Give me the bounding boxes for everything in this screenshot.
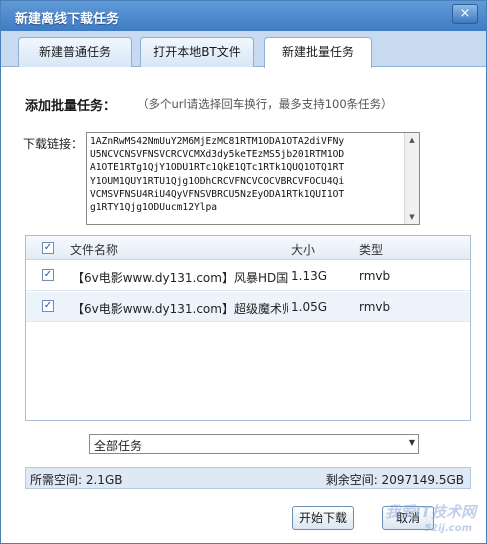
watermark-url: 52ij.com [424,523,472,534]
title-bar[interactable]: 新建离线下载任务 × [1,1,486,31]
required-space: 所需空间: 2.1GB [30,473,123,487]
download-link-text[interactable]: 1AZnRwMS42NmUuY2M6MjEzMC81RTM1ODA1OTA2di… [90,135,402,223]
free-space: 剩余空间: 2097149.5GB [325,473,464,487]
download-link-label: 下载链接： [23,137,84,151]
tab-strip: 新建普通任务 打开本地BT文件 新建批量任务 [1,31,486,68]
row-checkbox[interactable]: ✓ [42,269,54,281]
file-name: 【6v电影www.dy131.com】超级魔术师 [72,302,288,316]
file-size: 1.13G [291,269,328,283]
column-type-header[interactable]: 类型 [359,241,383,258]
offline-download-dialog: 新建离线下载任务 × 新建普通任务 打开本地BT文件 新建批量任务 添加批量任务… [0,0,487,544]
task-filter-value: 全部任务 [94,439,143,453]
file-list-header: ✓ 文件名称 大小 类型 [26,236,470,260]
close-icon: × [459,6,471,21]
tab-new-batch-task[interactable]: 新建批量任务 [264,37,372,68]
scroll-down-icon[interactable]: ▼ [406,211,418,223]
close-button[interactable]: × [452,4,478,24]
table-row[interactable]: ✓ 【6v电影www.dy131.com】风暴HD国语 1.13G rmvb [26,261,470,291]
chevron-down-icon[interactable]: ▼ [409,438,415,447]
scroll-up-icon[interactable]: ▲ [406,134,418,146]
column-name-header[interactable]: 文件名称 [70,241,118,258]
textarea-scrollbar[interactable]: ▲ ▼ [404,133,419,224]
watermark-text: 我爱IT技术网 [385,503,476,521]
status-bar: 所需空间: 2.1GB 剩余空间: 2097149.5GB [25,467,471,489]
tab-new-normal-task[interactable]: 新建普通任务 [18,37,132,67]
download-link-textarea[interactable]: 1AZnRwMS42NmUuY2M6MjEzMC81RTM1ODA1OTA2di… [86,132,420,225]
site-watermark: 我爱IT技术网 52ij.com [306,497,476,543]
file-size: 1.05G [291,300,328,314]
file-list: ✓ 文件名称 大小 类型 ✓ 【6v电影www.dy131.com】风暴HD国语… [25,235,471,421]
file-name: 【6v电影www.dy131.com】风暴HD国语 [72,271,288,285]
file-type: rmvb [359,269,391,283]
task-filter-select[interactable]: 全部任务 ▼ [89,434,419,454]
row-checkbox[interactable]: ✓ [42,300,54,312]
dialog-title: 新建离线下载任务 [15,12,120,27]
column-size-header[interactable]: 大小 [291,241,315,258]
tab-open-local-bt-file[interactable]: 打开本地BT文件 [140,37,254,67]
select-all-checkbox[interactable]: ✓ [42,242,54,254]
file-type: rmvb [359,300,391,314]
section-heading: 添加批量任务： [25,99,117,114]
table-row[interactable]: ✓ 【6v电影www.dy131.com】超级魔术师 1.05G rmvb [26,292,470,322]
section-hint: （多个url请选择回车换行，最多支持100条任务） [137,97,393,111]
